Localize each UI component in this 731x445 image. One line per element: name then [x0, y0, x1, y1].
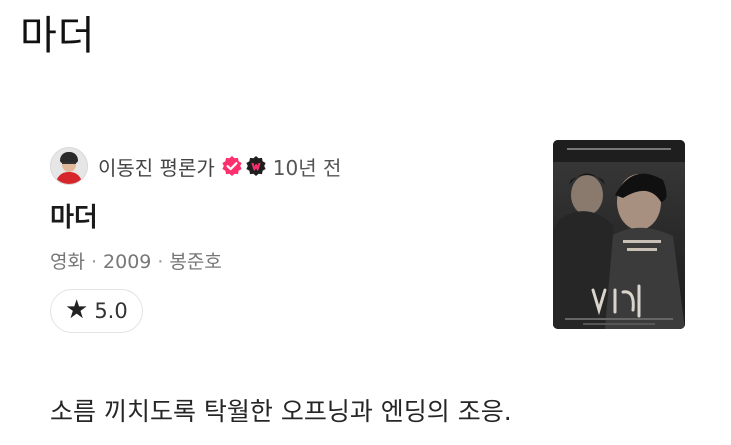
content-director: 봉준호	[169, 251, 222, 273]
rating-badge: ★ 5.0	[50, 289, 143, 333]
watcha-badge-icon	[245, 155, 267, 177]
content-meta: 영화 · 2009 · 봉준호	[50, 248, 222, 276]
separator-dot: ·	[90, 251, 98, 273]
author-row: 이동진 평론가 10년 전	[50, 146, 341, 186]
rating-value: 5.0	[94, 299, 128, 323]
review-time: 10년 전	[272, 155, 342, 180]
author-avatar[interactable]	[50, 147, 88, 185]
content-title[interactable]: 마더	[50, 200, 98, 236]
verified-badge-icon	[221, 155, 243, 177]
star-icon: ★	[65, 295, 89, 325]
page-title: 마더	[20, 13, 96, 59]
content-category: 영화	[50, 251, 85, 273]
separator-dot: ·	[157, 251, 164, 273]
review-excerpt[interactable]: 소름 끼치도록 탁월한 오프닝과 엔딩의 조응.	[50, 393, 512, 431]
content-year: 2009	[103, 251, 152, 273]
movie-poster[interactable]	[553, 140, 685, 329]
author-name[interactable]: 이동진 평론가	[98, 152, 215, 181]
